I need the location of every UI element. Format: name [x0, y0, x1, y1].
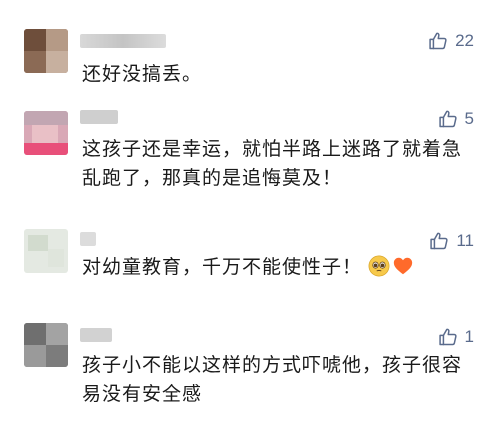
comment-text-line: 这孩子还是幸运，就怕半路上迷路了就着急 — [82, 138, 463, 160]
comment-list: 22 还好没搞丢。 5 这孩子还是幸运，就怕半路上迷路了就着急 乱跑了，那真的是… — [0, 0, 500, 436]
username-blurred — [80, 110, 118, 124]
avatar[interactable] — [24, 229, 68, 273]
like-button[interactable]: 11 — [429, 230, 474, 252]
comment-text: 孩子小不能以这样的方式吓唬他，孩子很容 易没有安全感 — [82, 351, 477, 409]
comment-text-line: 孩子小不能以这样的方式吓唬他，孩子很容 — [82, 354, 463, 376]
username-blurred — [80, 34, 166, 48]
like-button[interactable]: 5 — [438, 108, 474, 130]
comment-text: 还好没搞丢。 — [82, 63, 203, 85]
thumbs-up-icon — [438, 109, 458, 129]
comment-text-line: 乱跑了，那真的是追悔莫及！ — [82, 167, 343, 189]
comment-text: 对幼童教育，千万不能使性子！ — [82, 253, 477, 286]
avatar[interactable] — [24, 111, 68, 155]
like-button[interactable]: 1 — [438, 326, 474, 348]
like-button[interactable]: 22 — [428, 30, 474, 52]
comment-text-line: 易没有安全感 — [82, 383, 203, 405]
like-count: 5 — [464, 109, 474, 128]
avatar[interactable] — [24, 29, 68, 73]
username-blurred — [80, 232, 96, 246]
like-count: 22 — [455, 31, 474, 50]
pleading-face-emoji — [368, 255, 390, 286]
comment-text: 这孩子还是幸运，就怕半路上迷路了就着急 乱跑了，那真的是追悔莫及！ — [82, 135, 477, 193]
like-count: 11 — [456, 231, 474, 250]
thumbs-up-icon — [428, 31, 448, 51]
thumbs-up-icon — [438, 327, 458, 347]
avatar[interactable] — [24, 323, 68, 367]
username-blurred — [80, 328, 112, 342]
orange-heart-emoji — [392, 255, 414, 286]
comment-text-body: 对幼童教育，千万不能使性子！ — [82, 256, 363, 278]
like-count: 1 — [464, 327, 474, 346]
thumbs-up-icon — [429, 231, 449, 251]
